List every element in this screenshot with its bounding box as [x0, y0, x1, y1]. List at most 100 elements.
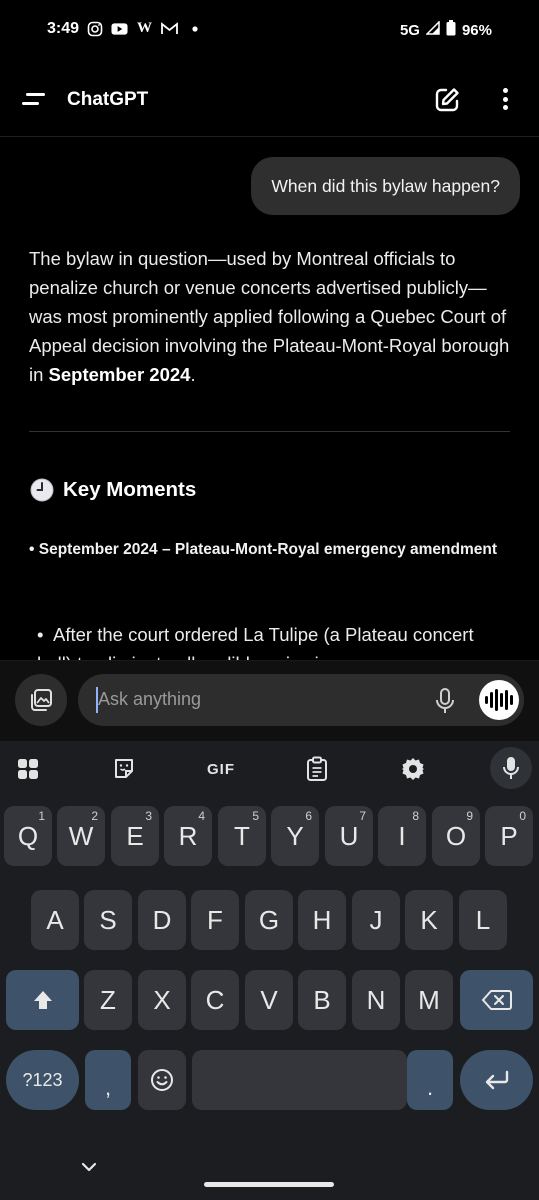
answer-bold-date: September 2024 — [48, 364, 191, 385]
assistant-answer: The bylaw in question—used by Montreal o… — [29, 244, 519, 389]
message-input[interactable]: Ask anything — [78, 674, 524, 726]
shift-icon — [33, 991, 52, 1009]
dictate-button[interactable] — [433, 687, 457, 715]
enter-icon — [485, 1070, 508, 1090]
comma-key[interactable]: , — [85, 1050, 131, 1110]
divider — [29, 431, 510, 432]
backspace-key[interactable] — [460, 970, 533, 1030]
key-t[interactable]: T5 — [218, 806, 266, 866]
shift-key[interactable] — [6, 970, 79, 1030]
clipboard-icon[interactable] — [303, 755, 331, 783]
key-k[interactable]: K — [405, 890, 453, 950]
key-i[interactable]: I8 — [378, 806, 426, 866]
emoji-key[interactable] — [138, 1050, 186, 1110]
period-key[interactable]: . — [407, 1050, 453, 1110]
key-y[interactable]: Y6 — [271, 806, 319, 866]
waveform-bar-icon — [510, 695, 513, 705]
w-icon: W — [137, 20, 152, 36]
youtube-icon — [111, 20, 128, 37]
more-dot-icon — [502, 88, 508, 93]
instagram-icon — [86, 20, 103, 37]
more-options-button[interactable] — [494, 84, 516, 114]
waveform-bar-icon — [500, 693, 503, 707]
key-r[interactable]: R4 — [164, 806, 212, 866]
more-dot-icon — [502, 96, 508, 102]
signal-icon — [425, 20, 440, 39]
dot-icon — [186, 20, 203, 37]
home-gesture-bar[interactable] — [204, 1182, 334, 1187]
user-message-text: When did this bylaw happen? — [271, 175, 500, 196]
bullet-text: After the court ordered La Tulipe (a Pla… — [37, 624, 474, 660]
key-c[interactable]: C — [191, 970, 239, 1030]
key-s[interactable]: S — [84, 890, 132, 950]
app-title: ChatGPT — [67, 89, 149, 110]
sticker-icon[interactable] — [110, 755, 138, 783]
keyboard-toolbar: GIF — [0, 741, 539, 797]
key-d[interactable]: D — [138, 890, 186, 950]
new-chat-button[interactable] — [433, 86, 461, 114]
key-g[interactable]: G — [245, 890, 293, 950]
gmail-icon — [161, 20, 178, 37]
key-l[interactable]: L — [459, 890, 507, 950]
key-q[interactable]: Q1 — [4, 806, 52, 866]
key-p[interactable]: P0 — [485, 806, 533, 866]
key-b[interactable]: B — [298, 970, 346, 1030]
bullet-dot: • — [37, 624, 44, 645]
key-v[interactable]: V — [245, 970, 293, 1030]
gear-icon[interactable] — [399, 755, 427, 783]
key-a[interactable]: A — [31, 890, 79, 950]
enter-key[interactable] — [460, 1050, 533, 1110]
clock-icon — [30, 478, 54, 502]
space-key[interactable] — [192, 1050, 407, 1110]
battery-percent: 96% — [461, 21, 492, 39]
key-h[interactable]: H — [298, 890, 346, 950]
bullet-paragraph: • After the court ordered La Tulipe (a Pl… — [37, 620, 507, 660]
chevron-down-icon — [81, 1162, 97, 1172]
compose-icon — [435, 88, 459, 112]
emoji-icon — [151, 1069, 173, 1091]
user-message-bubble[interactable]: When did this bylaw happen? — [251, 157, 520, 215]
composer-bar: Ask anything — [0, 660, 539, 741]
gallery-icon — [31, 689, 52, 711]
key-f[interactable]: F — [191, 890, 239, 950]
key-u[interactable]: U7 — [325, 806, 373, 866]
key-z[interactable]: Z — [84, 970, 132, 1030]
input-placeholder: Ask anything — [98, 689, 202, 709]
status-time: 3:49 — [47, 20, 80, 37]
key-o[interactable]: O9 — [432, 806, 480, 866]
more-dot-icon — [502, 105, 508, 110]
key-w[interactable]: W2 — [57, 806, 105, 866]
gif-button[interactable]: GIF — [204, 755, 238, 783]
microphone-icon — [436, 688, 454, 713]
key-n[interactable]: N — [352, 970, 400, 1030]
key-j[interactable]: J — [352, 890, 400, 950]
voice-mode-button[interactable] — [479, 680, 519, 720]
waveform-bar-icon — [505, 690, 508, 710]
apps-grid-icon[interactable] — [14, 755, 42, 783]
gif-label: GIF — [207, 760, 235, 778]
app-bar: ChatGPT — [0, 62, 539, 137]
waveform-bar-icon — [490, 692, 493, 708]
menu-button[interactable] — [20, 88, 46, 110]
status-bar: 3:49 W 5G 96% — [0, 0, 539, 62]
key-x[interactable]: X — [138, 970, 186, 1030]
keyboard-voice-button[interactable] — [490, 747, 532, 789]
key-e[interactable]: E3 — [111, 806, 159, 866]
network-label: 5G — [399, 21, 420, 39]
answer-suffix: . — [190, 364, 196, 385]
keyboard: GIF Q1 W2 E3 R4 T5 Y6 U7 I8 O9 P0 A S D … — [0, 741, 539, 1200]
notification-icons: W — [86, 20, 203, 37]
attach-images-button[interactable] — [15, 674, 67, 726]
menu-icon — [22, 93, 45, 105]
key-moments-heading: Key Moments — [29, 477, 196, 503]
hide-keyboard-button[interactable] — [80, 1160, 98, 1172]
waveform-bar-icon — [485, 696, 488, 704]
status-right: 5G 96% — [400, 20, 492, 40]
waveform-bar-icon — [495, 689, 498, 711]
key-m[interactable]: M — [405, 970, 453, 1030]
mic-icon — [503, 757, 519, 779]
key-moments-title: Key Moments — [63, 478, 197, 501]
battery-icon — [446, 20, 456, 40]
symbols-key[interactable]: ?123 — [6, 1050, 79, 1110]
key-moment-item: • September 2024 – Plateau-Mont-Royal em… — [29, 541, 497, 558]
